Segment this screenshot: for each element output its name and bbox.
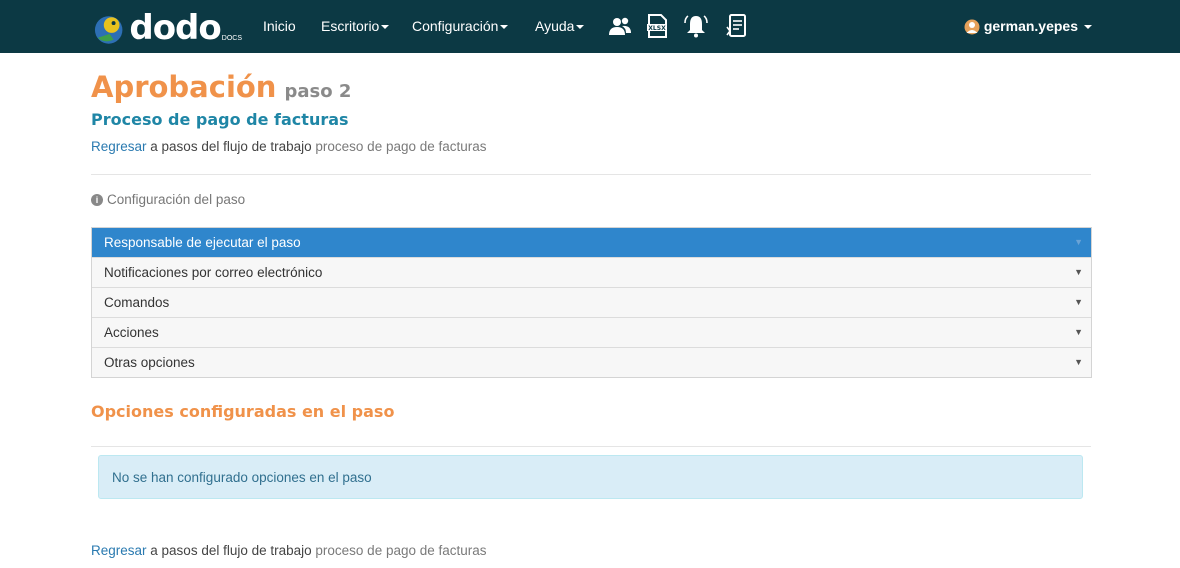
users-icon[interactable] [607,13,633,39]
accordion-notificaciones[interactable]: Notificaciones por correo electrónico ▼ [92,257,1091,287]
dodo-logo[interactable]: dodo DOCS [92,8,242,48]
config-label-text: Configuración del paso [107,192,246,207]
caret-down-icon: ▼ [1074,357,1083,367]
bell-icon[interactable] [683,13,709,39]
accordion-label: Otras opciones [104,355,195,370]
caret-down-icon: ▼ [1074,297,1083,307]
dodo-bird-icon [94,16,123,44]
nav-inicio[interactable]: Inicio [263,0,296,53]
accordion-label: Notificaciones por correo electrónico [104,265,323,280]
chevron-down-icon [500,25,509,30]
logo-subtext: DOCS [221,35,242,42]
document-list-icon[interactable] [724,13,750,39]
chevron-down-icon [1084,24,1092,29]
breadcrumb-text: a pasos del flujo de trabajo [146,543,316,558]
nav-inicio-label: Inicio [263,18,296,34]
accordion-otras-opciones[interactable]: Otras opciones ▼ [92,347,1091,377]
accordion-comandos[interactable]: Comandos ▼ [92,287,1091,317]
divider [91,446,1091,447]
accordion-label: Responsable de ejecutar el paso [104,235,301,250]
nav-configuracion-label: Configuración [412,18,499,34]
process-name: Proceso de pago de facturas [91,110,349,129]
accordion-label: Acciones [104,325,159,340]
info-icon: i [91,193,103,206]
page-title: Aprobación [91,70,277,104]
caret-down-icon: ▼ [1074,267,1083,277]
divider [91,174,1091,175]
back-link[interactable]: Regresar [91,139,147,154]
breadcrumb: Regresar a pasos del flujo de trabajo pr… [91,139,487,154]
chevron-down-icon [381,25,390,30]
options-section-title: Opciones configuradas en el paso [91,402,395,421]
svg-text:XLSX: XLSX [648,25,666,32]
breadcrumb-process: proceso de pago de facturas [315,543,487,558]
top-navbar: dodo DOCS Inicio Escritorio Configuració… [0,0,1180,53]
accordion-responsable[interactable]: Responsable de ejecutar el paso ▼ [92,228,1091,257]
caret-down-icon: ▼ [1074,237,1083,247]
nav-ayuda[interactable]: Ayuda [535,0,585,53]
empty-options-alert: No se han configurado opciones en el pas… [98,455,1083,499]
back-link[interactable]: Regresar [91,543,147,558]
accordion-label: Comandos [104,295,170,310]
step-label: paso 2 [284,81,352,102]
breadcrumb-bottom: Regresar a pasos del flujo de trabajo pr… [91,543,487,558]
config-section-label: i Configuración del paso [91,192,245,207]
chevron-down-icon [576,25,585,30]
breadcrumb-text: a pasos del flujo de trabajo [146,139,316,154]
username: german.yepes [983,18,1078,34]
step-config-accordion: Responsable de ejecutar el paso ▼ Notific… [91,227,1092,378]
xlsx-file-icon[interactable]: XLSX [644,13,670,39]
logo-text: dodo [129,8,221,48]
nav-ayuda-label: Ayuda [535,18,575,34]
nav-configuracion[interactable]: Configuración [412,0,509,53]
page-title-row: Aprobación paso 2 [91,70,351,104]
breadcrumb-process: proceso de pago de facturas [315,139,487,154]
user-menu[interactable]: german.yepes [964,0,1092,53]
caret-down-icon: ▼ [1074,327,1083,337]
avatar [964,19,980,34]
accordion-acciones[interactable]: Acciones ▼ [92,317,1091,347]
nav-escritorio[interactable]: Escritorio [321,0,390,53]
nav-escritorio-label: Escritorio [321,18,380,34]
